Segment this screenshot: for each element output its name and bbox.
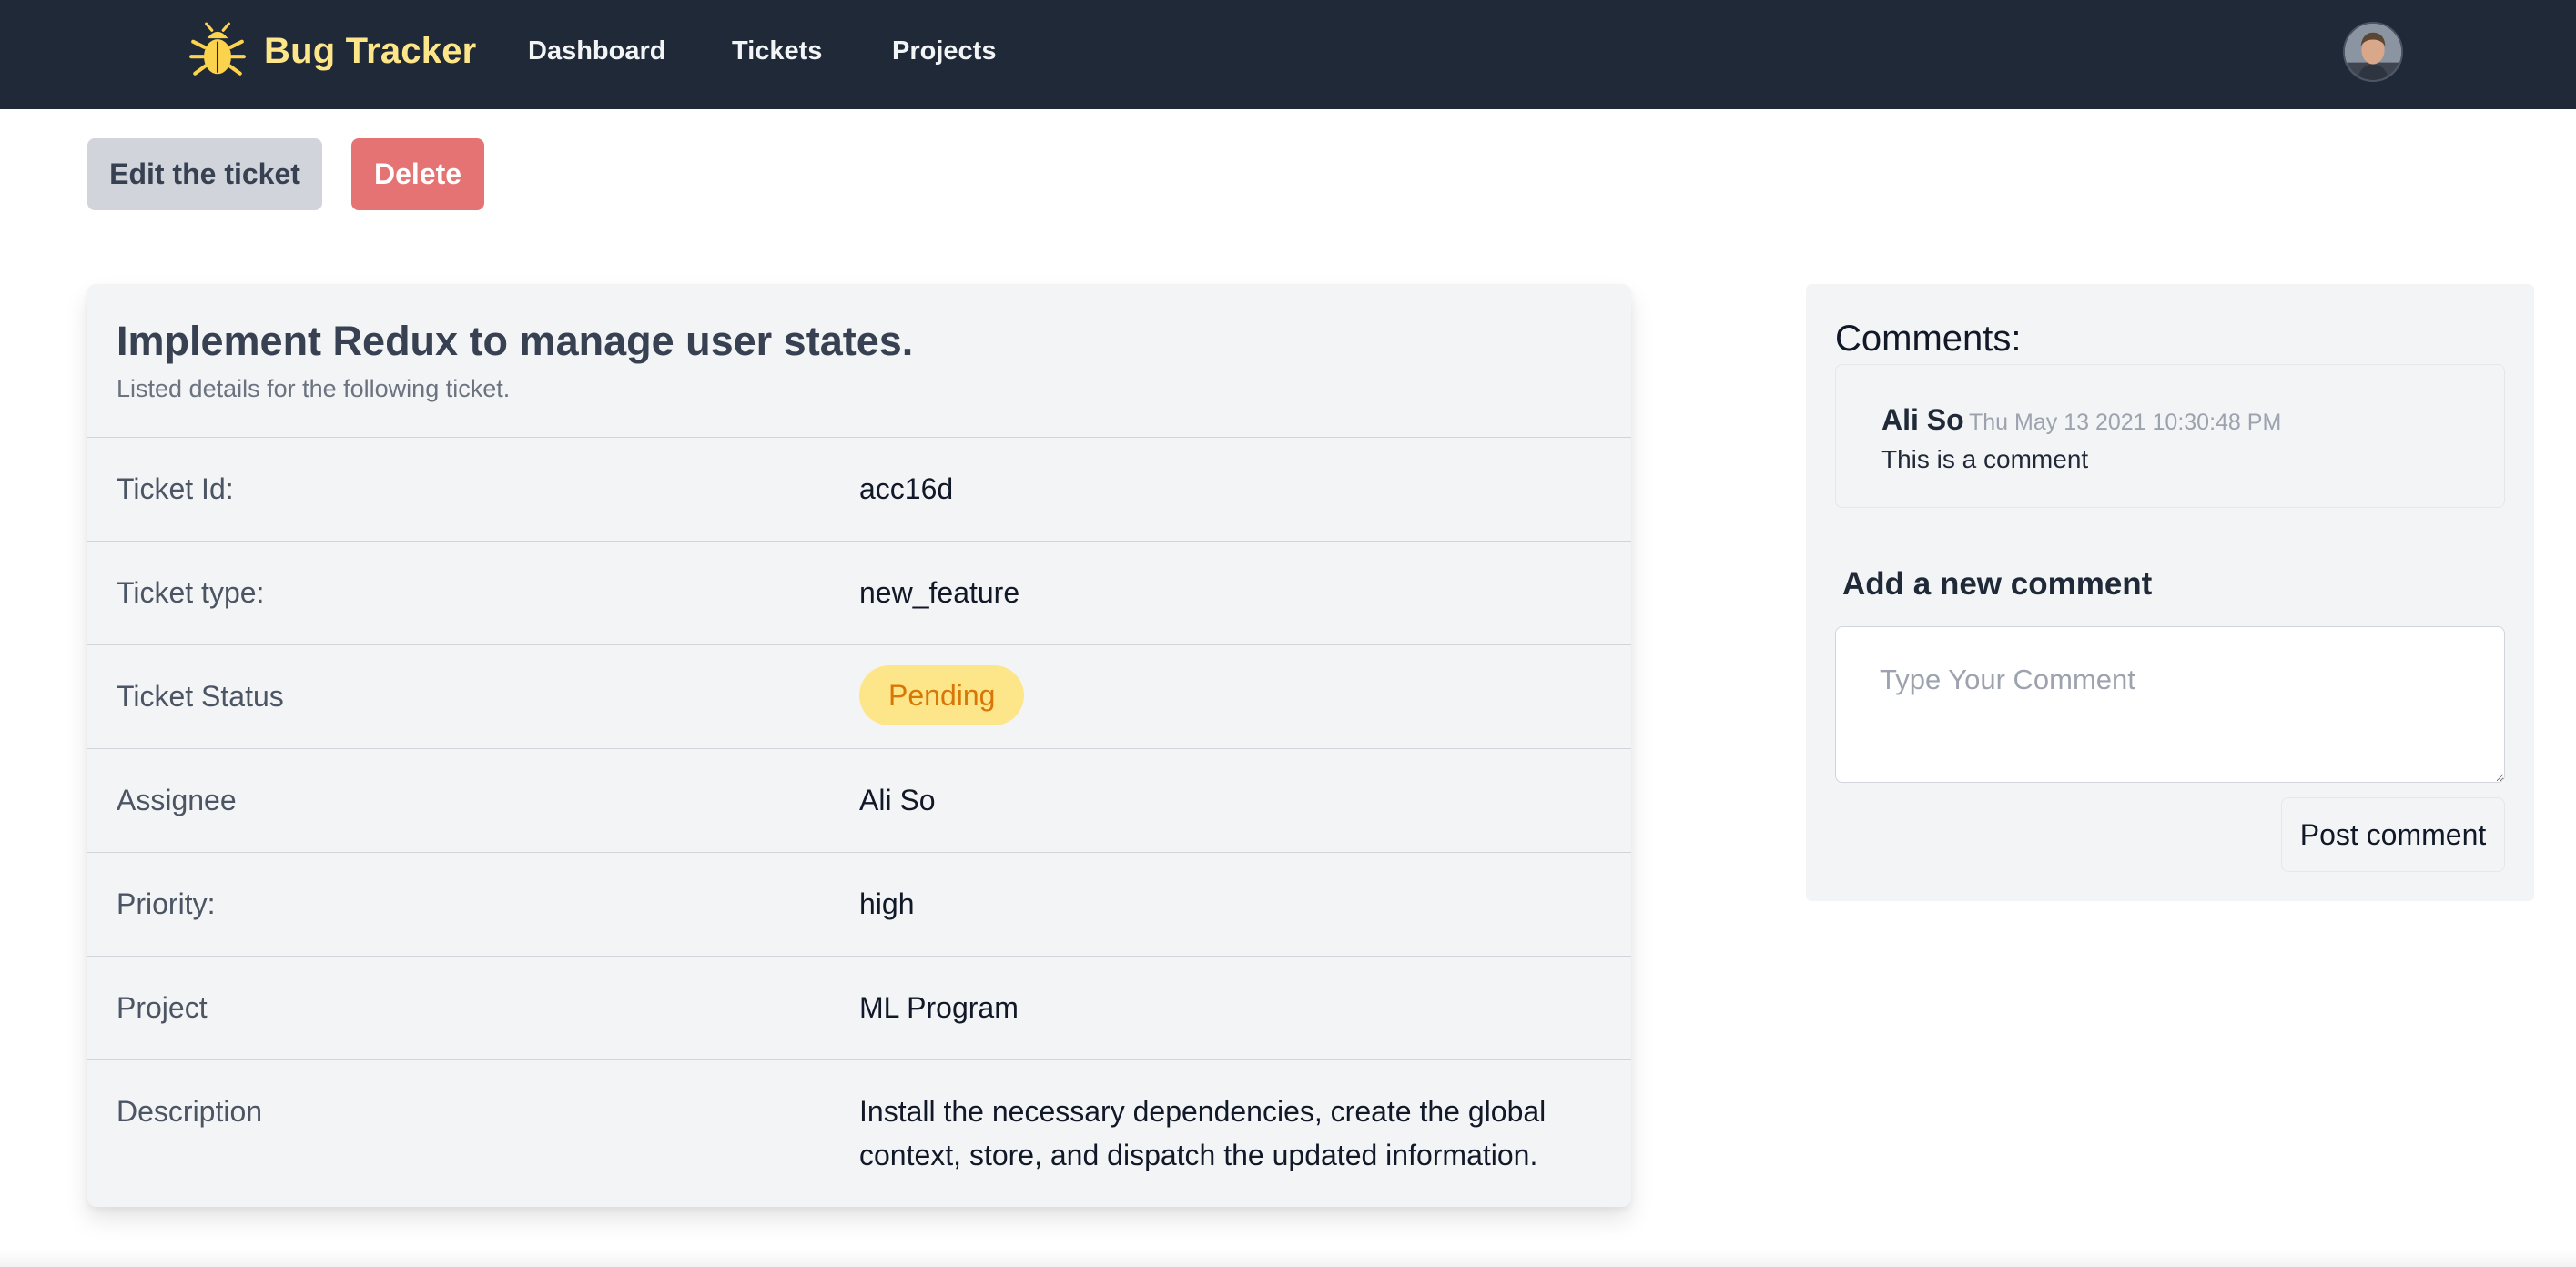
user-avatar-icon	[2345, 24, 2401, 80]
ticket-details-card: Implement Redux to manage user states. L…	[87, 284, 1631, 1207]
brand-name: Bug Tracker	[264, 30, 477, 71]
user-avatar[interactable]	[2343, 22, 2403, 82]
status-badge: Pending	[859, 665, 1025, 725]
detail-row-ticket-status: Ticket Status Pending	[87, 644, 1631, 748]
description-value: Install the necessary dependencies, crea…	[859, 1095, 1547, 1171]
edit-ticket-button[interactable]: Edit the ticket	[87, 138, 322, 210]
detail-label: Description	[117, 1095, 263, 1128]
detail-label: Assignee	[117, 784, 237, 816]
comment-item: Ali So Thu May 13 2021 10:30:48 PM This …	[1835, 364, 2505, 508]
detail-label: Priority:	[117, 887, 216, 920]
priority-value: high	[859, 887, 915, 920]
delete-ticket-button[interactable]: Delete	[351, 138, 484, 210]
detail-label: Ticket Status	[117, 680, 284, 713]
comment-timestamp: Thu May 13 2021 10:30:48 PM	[1969, 410, 2282, 435]
detail-row-description: Description Install the necessary depend…	[87, 1059, 1631, 1207]
top-navbar: Bug Tracker Dashboard Tickets Projects	[0, 0, 2576, 109]
detail-row-project: Project ML Program	[87, 956, 1631, 1059]
detail-row-priority: Priority: high	[87, 852, 1631, 956]
comment-input[interactable]	[1835, 626, 2505, 783]
detail-label: Ticket type:	[117, 576, 265, 609]
detail-label: Ticket Id:	[117, 472, 234, 505]
assignee-value: Ali So	[859, 784, 936, 816]
ticket-id-value: acc16d	[859, 472, 954, 505]
nav-projects-link[interactable]: Projects	[892, 33, 996, 69]
comments-heading: Comments:	[1835, 319, 2022, 359]
project-value: ML Program	[859, 991, 1019, 1024]
comments-panel: Comments: Ali So Thu May 13 2021 10:30:4…	[1806, 284, 2534, 901]
detail-row-ticket-type: Ticket type: new_feature	[87, 541, 1631, 644]
bug-icon	[189, 22, 246, 76]
ticket-title: Implement Redux to manage user states.	[117, 318, 914, 364]
ticket-subtitle: Listed details for the following ticket.	[117, 375, 511, 402]
add-comment-heading: Add a new comment	[1842, 566, 2153, 602]
detail-row-assignee: Assignee Ali So	[87, 748, 1631, 852]
post-comment-button[interactable]: Post comment	[2281, 797, 2505, 872]
comment-text: This is a comment	[1881, 445, 2089, 473]
brand-link[interactable]: Bug Tracker	[188, 22, 476, 80]
page-bottom-shadow	[0, 1249, 2576, 1267]
comment-author: Ali So	[1881, 403, 1964, 436]
nav-tickets-link[interactable]: Tickets	[732, 33, 822, 69]
nav-dashboard-link[interactable]: Dashboard	[528, 33, 665, 69]
detail-label: Project	[117, 991, 208, 1024]
detail-row-ticket-id: Ticket Id: acc16d	[87, 437, 1631, 541]
ticket-type-value: new_feature	[859, 576, 1020, 609]
